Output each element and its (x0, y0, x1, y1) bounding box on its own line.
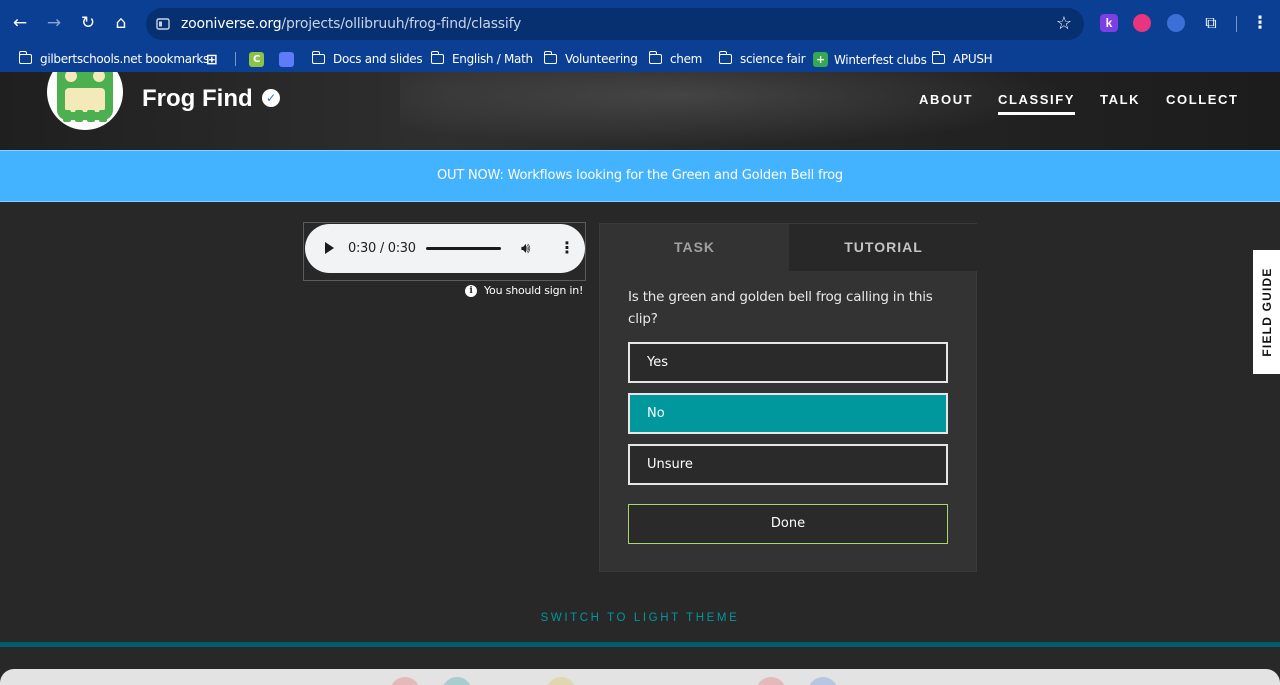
announcement-text[interactable]: OUT NOW: Workflows looking for the Green… (0, 168, 1280, 183)
nav-talk[interactable]: TALK (1100, 92, 1140, 107)
audio-player[interactable]: 0:30 / 0:30 🔊︎ ⋮ (305, 224, 585, 273)
home-icon[interactable]: ⌂ (110, 12, 132, 34)
address-bar[interactable]: zooniverse.org/projects/ollibruuh/frog-f… (146, 8, 1084, 40)
bookmark-managed[interactable]: gilbertschools.net bookmarks (18, 51, 209, 66)
url-text[interactable]: zooniverse.org/projects/ollibruuh/frog-f… (181, 16, 521, 32)
done-button[interactable]: Done (628, 504, 948, 544)
back-icon[interactable]: ← (9, 12, 31, 34)
tab-tutorial[interactable]: TUTORIAL (789, 224, 978, 271)
task-panel: TASK TUTORIAL Is the green and golden be… (599, 223, 978, 572)
signin-notice: i You should sign in! (465, 284, 583, 297)
audio-time: 0:30 / 0:30 (348, 241, 416, 256)
project-title[interactable]: Frog Find (142, 85, 253, 113)
play-icon[interactable] (325, 242, 334, 254)
task-question: Is the green and golden bell frog callin… (628, 289, 933, 327)
bookmark-folder-english-math[interactable]: English / Math (430, 51, 533, 66)
bookmarks-bar: gilbertschools.net bookmarks ⊞ C Docs an… (0, 46, 1280, 72)
footer-circle-icon (808, 677, 838, 685)
volume-icon[interactable]: 🔊︎ (521, 239, 530, 257)
bookmark-c-site[interactable]: C (249, 52, 270, 67)
tab-task[interactable]: TASK (600, 224, 789, 271)
bookmarks-divider (235, 52, 236, 66)
footer-circle-icon (390, 677, 420, 685)
stripes-site-icon (279, 52, 294, 67)
audio-progress-bar[interactable] (426, 247, 501, 250)
folder-icon (311, 51, 325, 64)
sheets-icon: + (813, 52, 828, 67)
apps-grid-icon[interactable]: ⊞ (206, 52, 218, 68)
bookmark-folder-volunteering[interactable]: Volunteering (543, 51, 638, 66)
extension-record-icon[interactable] (1133, 14, 1151, 32)
footer-circle-icon (546, 677, 576, 685)
footer-divider (0, 642, 1280, 647)
extension-colorful-icon[interactable] (1167, 14, 1185, 32)
field-guide-button[interactable]: FIELD GUIDE (1253, 250, 1280, 374)
project-header: Frog Find ✓ ABOUT CLASSIFY TALK COLLECT (0, 72, 1280, 150)
forward-icon[interactable]: → (43, 12, 65, 34)
bookmark-folder-chem[interactable]: chem (648, 51, 702, 66)
footer-circle-icon (442, 677, 472, 685)
answer-no[interactable]: No (628, 393, 948, 434)
browser-toolbar: ← → ↻ ⌂ zooniverse.org/projects/ollibruu… (0, 0, 1280, 46)
frog-logo-icon (57, 72, 113, 122)
bookmark-stripes-site[interactable] (279, 52, 300, 67)
extension-k-icon[interactable]: k (1100, 14, 1118, 32)
reload-icon[interactable]: ↻ (77, 12, 99, 34)
managed-folder-icon (18, 51, 32, 64)
c-site-icon: C (249, 52, 264, 67)
folder-icon (430, 51, 444, 64)
announcement-banner: OUT NOW: Workflows looking for the Green… (0, 150, 1280, 202)
audio-more-icon[interactable]: ⋮ (559, 238, 575, 257)
bookmark-folder-apush[interactable]: APUSH (931, 51, 993, 66)
bookmark-winterfest[interactable]: + Winterfest clubs (813, 52, 927, 67)
nav-about[interactable]: ABOUT (919, 92, 973, 107)
site-info-icon[interactable] (156, 17, 170, 31)
bookmark-folder-docs[interactable]: Docs and slides (311, 51, 423, 66)
extensions-puzzle-icon[interactable]: ⧉ (1200, 12, 1222, 34)
nav-classify[interactable]: CLASSIFY (998, 92, 1076, 115)
folder-icon (931, 51, 945, 64)
folder-icon (543, 51, 557, 64)
info-icon: i (465, 284, 477, 297)
field-guide-label: FIELD GUIDE (1259, 267, 1274, 357)
bookmark-star-icon[interactable]: ☆ (1056, 13, 1072, 34)
menu-kebab-icon[interactable]: ⋮ (1249, 12, 1271, 34)
site-footer (0, 669, 1280, 685)
footer-circle-icon (756, 677, 786, 685)
theme-switch-link[interactable]: SWITCH TO LIGHT THEME (0, 612, 1280, 624)
verified-check-icon: ✓ (262, 89, 280, 107)
toolbar-divider (1236, 16, 1237, 32)
folder-icon (648, 51, 662, 64)
nav-collect[interactable]: COLLECT (1166, 92, 1239, 107)
answer-unsure[interactable]: Unsure (628, 444, 948, 485)
project-avatar[interactable] (47, 72, 123, 130)
folder-icon (718, 51, 732, 64)
bookmark-folder-science-fair[interactable]: science fair (718, 51, 806, 66)
answer-yes[interactable]: Yes (628, 342, 948, 383)
